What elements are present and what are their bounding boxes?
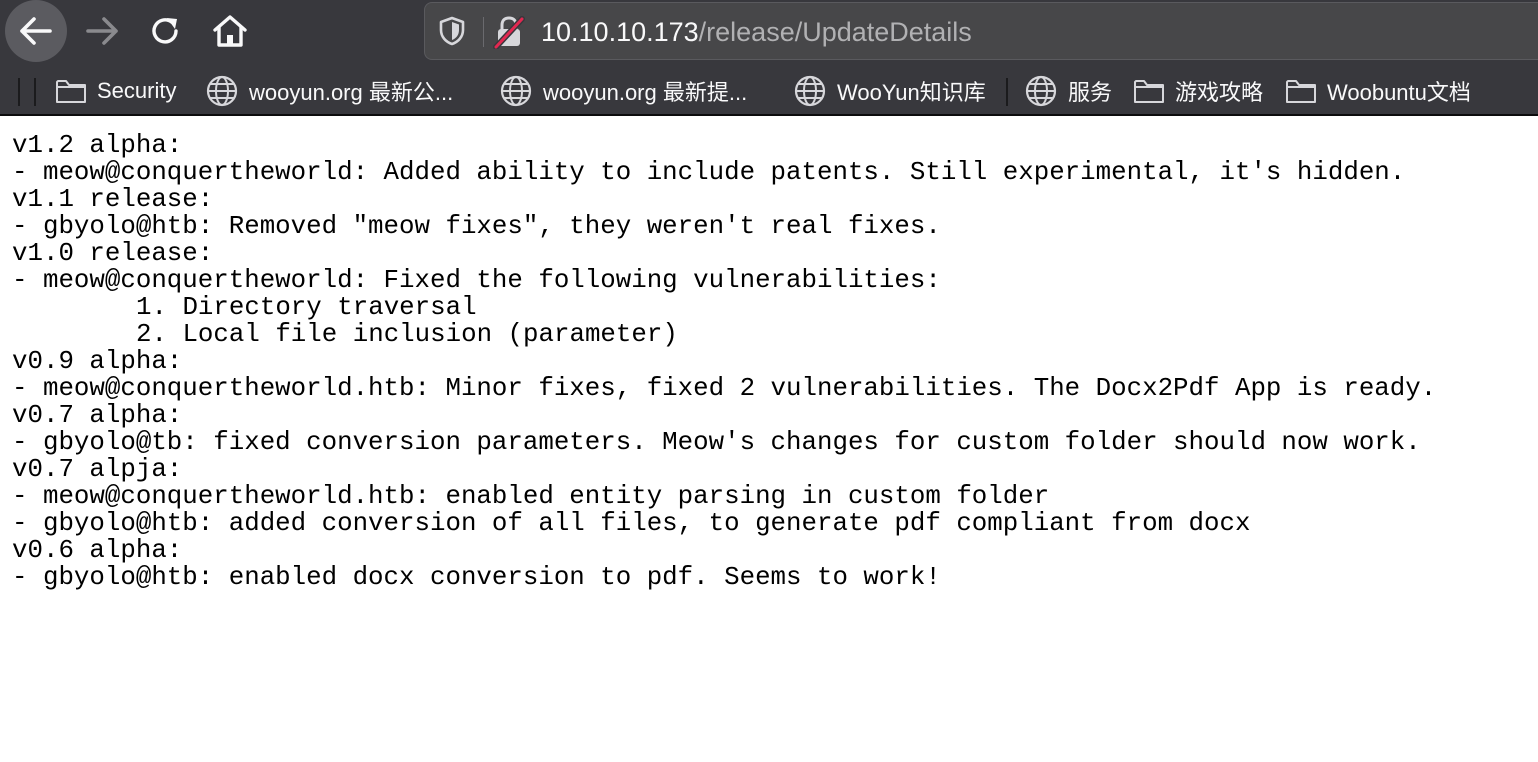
home-button[interactable]	[199, 0, 261, 62]
bookmark-label: 服务	[1068, 80, 1113, 105]
folder-icon	[55, 78, 87, 104]
url-path: /release/UpdateDetails	[698, 17, 972, 47]
reload-icon	[152, 18, 178, 44]
bookmark-label: wooyun.org 最新公...	[249, 80, 454, 105]
tracking-protection-shield-icon[interactable]	[437, 15, 467, 47]
changelog-subitem: 1. Directory traversal	[12, 294, 1538, 321]
reload-button[interactable]	[135, 0, 197, 62]
changelog-entry: - meow@conquertheworld: Added ability to…	[12, 158, 1406, 187]
globe-icon	[1024, 74, 1058, 108]
bookmark-game-guides-folder[interactable]: 游戏攻略	[1133, 72, 1263, 110]
folder-icon	[1285, 78, 1317, 104]
version-heading: v1.2 alpha:	[12, 131, 183, 160]
url-bar-divider	[483, 17, 484, 47]
insecure-lock-icon[interactable]	[493, 15, 525, 50]
bookmark-label: 游戏攻略	[1175, 80, 1264, 105]
version-heading: v0.9 alpha:	[12, 347, 183, 376]
url-text[interactable]: 10.10.10.173/release/UpdateDetails	[541, 16, 972, 48]
bookmark-security-folder[interactable]: Security	[55, 72, 176, 110]
version-heading: v0.6 alpha:	[12, 536, 183, 565]
home-icon	[213, 15, 247, 47]
changelog-subitem: 2. Local file inclusion (parameter)	[12, 321, 1538, 348]
release-notes-text: v1.2 alpha: - meow@conquertheworld: Added…	[0, 116, 1538, 591]
changelog-subitem-text: 1. Directory traversal	[136, 293, 477, 322]
globe-icon	[793, 74, 827, 108]
changelog-entry: - gbyolo@htb: enabled docx conversion to…	[12, 563, 941, 592]
browser-chrome: 10.10.10.173/release/UpdateDetails Secur…	[0, 0, 1538, 116]
bookmarks-separator	[1006, 78, 1008, 106]
changelog-entry: - meow@conquertheworld: Fixed the follow…	[12, 266, 941, 295]
bookmarks-separator	[18, 78, 20, 106]
bookmark-services[interactable]: 服务	[1024, 72, 1112, 110]
bookmarks-separator	[34, 78, 36, 106]
bookmark-label: WooYun知识库	[837, 80, 986, 105]
bookmarks-toolbar: Security wooyun.org 最新公... wooyun.org 最新…	[0, 64, 1538, 116]
globe-icon	[205, 74, 239, 108]
changelog-entry: - gbyolo@htb: Removed "meow fixes", they…	[12, 212, 941, 241]
changelog-entry: - gbyolo@tb: fixed conversion parameters…	[12, 428, 1421, 457]
arrow-right-icon	[86, 17, 118, 45]
bookmark-wooyun-knowledge-base[interactable]: WooYun知识库	[793, 72, 986, 110]
version-heading: v1.1 release:	[12, 185, 214, 214]
version-heading: v0.7 alpja:	[12, 455, 183, 484]
forward-button[interactable]	[71, 0, 133, 62]
page-content: v1.2 alpha: - meow@conquertheworld: Added…	[0, 116, 1538, 762]
bookmark-wooyun-latest-public[interactable]: wooyun.org 最新公...	[205, 72, 453, 110]
version-heading: v0.7 alpha:	[12, 401, 183, 430]
bookmark-woobuntu-docs-folder[interactable]: Woobuntu文档	[1285, 72, 1471, 110]
globe-icon	[499, 74, 533, 108]
bookmark-label: Woobuntu文档	[1327, 80, 1471, 105]
url-host: 10.10.10.173	[541, 17, 699, 47]
version-heading: v1.0 release:	[12, 239, 214, 268]
navigation-toolbar: 10.10.10.173/release/UpdateDetails	[0, 0, 1538, 64]
back-button[interactable]	[5, 0, 67, 62]
folder-icon	[1133, 78, 1165, 104]
bookmark-label: Security	[97, 78, 177, 103]
bookmark-label: wooyun.org 最新提...	[543, 80, 748, 105]
changelog-entry: - gbyolo@htb: added conversion of all fi…	[12, 509, 1251, 538]
arrow-left-icon	[20, 17, 52, 45]
changelog-entry: - meow@conquertheworld.htb: Minor fixes,…	[12, 374, 1437, 403]
bookmark-wooyun-latest-submitted[interactable]: wooyun.org 最新提...	[499, 72, 747, 110]
url-bar[interactable]: 10.10.10.173/release/UpdateDetails	[424, 2, 1538, 60]
changelog-subitem-text: 2. Local file inclusion (parameter)	[136, 320, 678, 349]
changelog-entry: - meow@conquertheworld.htb: enabled enti…	[12, 482, 1050, 511]
